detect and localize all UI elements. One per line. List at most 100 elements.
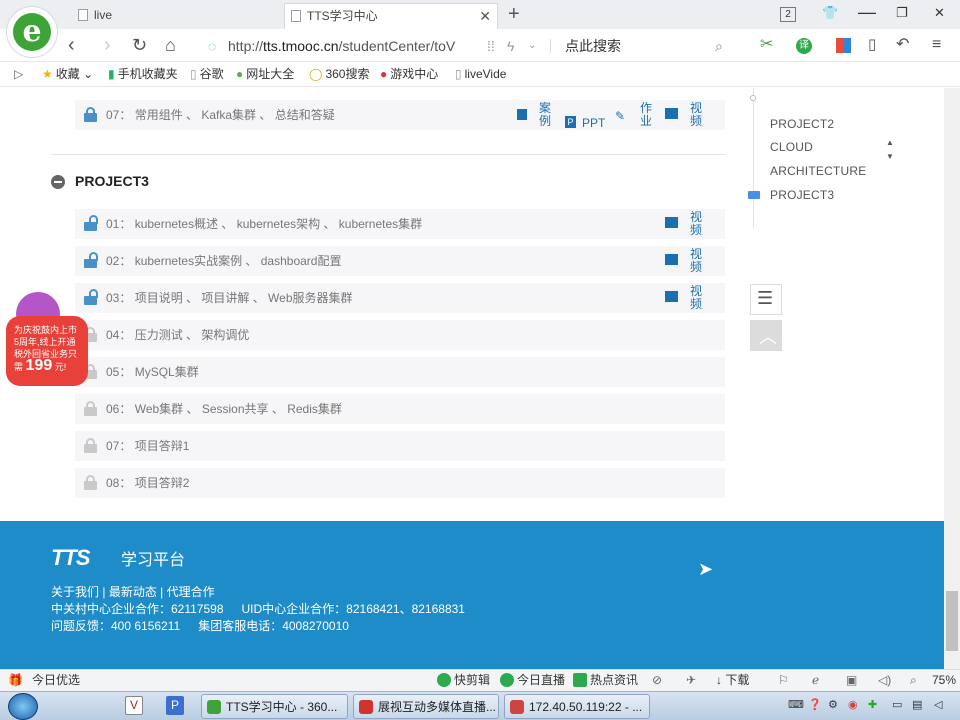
search-icon[interactable]: ⌕: [715, 34, 723, 58]
bookmark-item[interactable]: ● 游戏中心: [380, 62, 438, 86]
scrollbar-thumb[interactable]: [946, 591, 958, 651]
pin-icon[interactable]: ✈: [686, 670, 696, 691]
zoom-icon[interactable]: ⌕: [910, 670, 917, 691]
lesson-row[interactable]: 02： kubernetes实战案例 、 dashboard配置 视频: [75, 246, 725, 276]
translate-icon[interactable]: 译: [796, 38, 812, 54]
status-item[interactable]: 快剪辑: [437, 670, 490, 691]
taskbar-window[interactable]: TTS学习中心 - 360...: [201, 694, 348, 719]
lock-icon: [83, 401, 97, 416]
video-link[interactable]: 视频: [689, 211, 703, 237]
video-link[interactable]: 视频: [689, 285, 703, 311]
scissors-icon[interactable]: ✂: [760, 34, 773, 56]
nav-item-cloud[interactable]: CLOUD: [770, 140, 813, 154]
new-tab-icon[interactable]: +: [508, 2, 520, 26]
bookmark-item[interactable]: ★ 收藏 ⌄: [42, 62, 93, 86]
list-icon: ☰: [757, 288, 774, 308]
nav-item-project2[interactable]: PROJECT2: [770, 117, 834, 131]
lesson-row[interactable]: 04： 压力测试 、 架构调优: [75, 320, 725, 350]
footer-link-agent[interactable]: 代理合作: [167, 585, 215, 599]
audio-icon[interactable]: ◁): [878, 670, 891, 691]
nav-item-architecture[interactable]: ARCHITECTURE: [770, 164, 866, 178]
ie-icon[interactable]: ℯ: [812, 670, 819, 691]
flash-icon[interactable]: ϟ: [507, 34, 514, 58]
undo-icon[interactable]: ↶: [896, 34, 909, 56]
tray-keyboard-icon[interactable]: ⌨: [788, 698, 804, 711]
lesson-row[interactable]: 06： Web集群 、 Session共享 、 Redis集群: [75, 394, 725, 424]
outline-button[interactable]: ☰: [750, 284, 782, 315]
collapse-icon[interactable]: [51, 175, 65, 189]
bookmark-item[interactable]: ● 网址大全: [236, 62, 294, 86]
zoom-level[interactable]: 75%: [932, 670, 956, 691]
tray-app-icon[interactable]: ◉: [848, 698, 858, 711]
url-text[interactable]: http://tts.tmooc.cn/studentCenter/toV: [228, 34, 455, 58]
video-icon: [665, 254, 678, 265]
apps-icon[interactable]: [836, 38, 851, 53]
url-bar[interactable]: ◌ http://tts.tmooc.cn/studentCenter/toV …: [200, 34, 740, 58]
search-input[interactable]: 点此搜索: [565, 34, 621, 58]
menu-icon[interactable]: ≡: [932, 34, 941, 56]
lesson-row[interactable]: 01： kubernetes概述 、 kubernetes架构 、 kubern…: [75, 209, 725, 239]
tab-tts[interactable]: TTS学习中心 ✕: [284, 3, 498, 29]
promo-badge[interactable]: 为庆祝鼓内上市 5周年,线上开通 税外回省业务只 需 199 元!: [6, 290, 88, 388]
today-picks[interactable]: 今日优选: [32, 670, 80, 691]
video-icon: [665, 217, 678, 228]
lesson-row[interactable]: 05： MySQL集群: [75, 357, 725, 387]
back-icon[interactable]: ‹: [68, 34, 75, 56]
bookmark-item[interactable]: ▯ 谷歌: [190, 62, 224, 86]
tray-help-icon[interactable]: ❓: [808, 698, 822, 711]
close-window-icon[interactable]: ✕: [934, 5, 945, 21]
bookmark-item[interactable]: ▮ 手机收藏夹: [108, 62, 178, 86]
back-to-top-button[interactable]: ︿: [750, 320, 782, 351]
tab-live[interactable]: live: [72, 3, 282, 29]
tray-network-icon[interactable]: ⚙: [828, 698, 838, 711]
restore-icon[interactable]: ❐: [896, 5, 908, 21]
sidebar-toggle-icon[interactable]: ▷: [14, 62, 23, 86]
taskbar-window[interactable]: 172.40.50.119:22 - ...: [504, 694, 650, 719]
homework-link[interactable]: 作业: [639, 102, 653, 128]
gift-icon: 🎁: [8, 673, 23, 687]
taskbar-window[interactable]: 展视互动多媒体直播...: [353, 694, 499, 719]
page-scrollbar[interactable]: [944, 88, 960, 669]
bookmark-item[interactable]: ◯ 360搜索: [309, 62, 369, 86]
minimize-icon[interactable]: —: [858, 2, 876, 23]
tray-display-icon[interactable]: ▭: [892, 698, 902, 711]
nav-scroll-arrows[interactable]: ▲ ▼: [886, 136, 894, 164]
lesson-row[interactable]: 08： 项目答辩2: [75, 468, 725, 498]
device-icon[interactable]: ▯: [868, 34, 876, 56]
tab-count-badge[interactable]: 2: [780, 7, 796, 22]
close-tab-icon[interactable]: ✕: [479, 4, 491, 28]
status-item[interactable]: 热点资讯: [573, 670, 638, 691]
divider: [550, 39, 551, 53]
status-item[interactable]: 今日直播: [500, 670, 565, 691]
gallery-icon[interactable]: ▣: [846, 670, 857, 691]
flag-icon[interactable]: ⚐: [778, 670, 789, 691]
ppt-link[interactable]: PPT: [582, 108, 605, 138]
download-item[interactable]: ↓ 下载: [716, 670, 749, 691]
video-link[interactable]: 视频: [689, 102, 703, 128]
chevron-down-icon[interactable]: ⌄: [528, 34, 536, 58]
tray-sound-icon[interactable]: ◁: [934, 698, 942, 711]
video-link[interactable]: 视频: [689, 248, 703, 274]
ve-app-icon[interactable]: V: [125, 696, 143, 715]
lesson-row[interactable]: 07： 常用组件 、 Kafka集群 、 总结和答疑 案例 P PPT ✎ 作业…: [75, 100, 725, 130]
browser-logo[interactable]: e: [6, 6, 58, 58]
home-icon[interactable]: ⌂: [165, 34, 176, 56]
bookmark-item[interactable]: ▯ liveVide: [455, 62, 506, 86]
windows-start-icon[interactable]: [8, 693, 38, 720]
reload-icon[interactable]: ↻: [132, 34, 147, 56]
forward-icon[interactable]: ›: [104, 34, 111, 56]
shirt-icon[interactable]: 👕: [822, 5, 838, 21]
speed-icon[interactable]: ⊘: [652, 670, 662, 691]
tray-monitor-icon[interactable]: ▤: [912, 698, 922, 711]
nav-item-project3[interactable]: PROJECT3: [770, 188, 834, 202]
lesson-row[interactable]: 03： 项目说明 、 项目讲解 、 Web服务器集群 视频: [75, 283, 725, 313]
footer-link-about[interactable]: 关于我们: [51, 585, 99, 599]
p-app-icon[interactable]: P: [166, 696, 184, 715]
lock-icon: [83, 475, 97, 490]
tray-update-icon[interactable]: ✚: [868, 698, 877, 711]
footer-link-news[interactable]: 最新动态: [109, 585, 157, 599]
page-icon: [78, 9, 88, 21]
grid-icon[interactable]: ⁞⁞: [487, 34, 495, 58]
lesson-row[interactable]: 07： 项目答辩1: [75, 431, 725, 461]
case-link[interactable]: 案例: [538, 102, 552, 128]
